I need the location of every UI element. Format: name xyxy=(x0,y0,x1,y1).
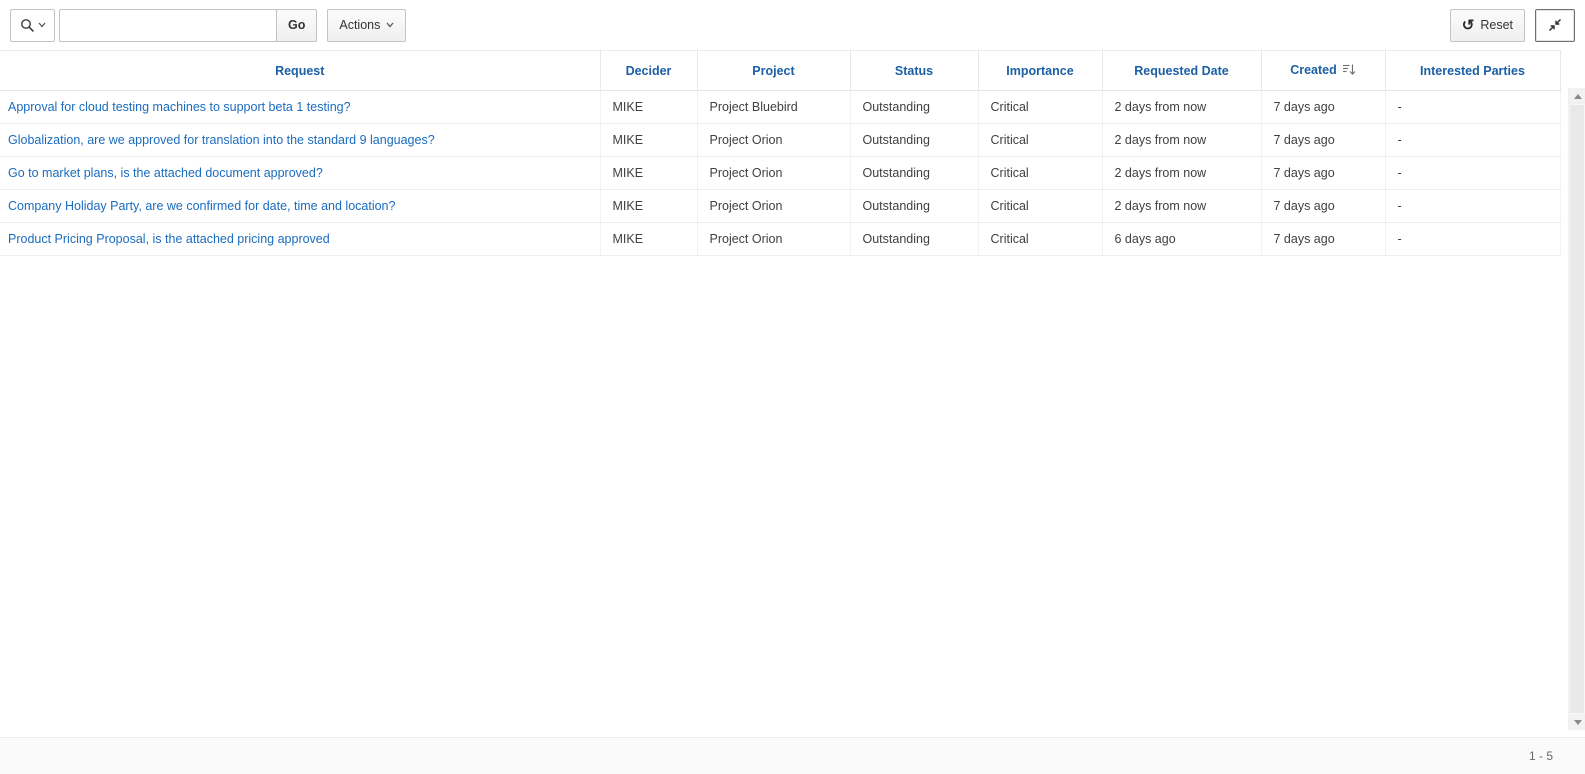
created-cell: 7 days ago xyxy=(1261,190,1385,223)
created-cell: 7 days ago xyxy=(1261,91,1385,124)
header-row: Request Decider Project Status Importanc… xyxy=(0,51,1560,91)
status-cell: Outstanding xyxy=(850,124,978,157)
table-row: Go to market plans, is the attached docu… xyxy=(0,157,1560,190)
reset-icon: ↺ xyxy=(1462,18,1475,33)
status-cell: Outstanding xyxy=(850,91,978,124)
request-link[interactable]: Approval for cloud testing machines to s… xyxy=(8,100,351,114)
importance-cell: Critical xyxy=(978,124,1102,157)
project-cell: Project Orion xyxy=(697,157,850,190)
request-cell: Company Holiday Party, are we confirmed … xyxy=(0,190,600,223)
search-icon xyxy=(20,18,35,33)
reset-button-label: Reset xyxy=(1480,18,1513,32)
created-cell: 7 days ago xyxy=(1261,157,1385,190)
reset-button[interactable]: ↺ Reset xyxy=(1450,9,1525,42)
vertical-scrollbar[interactable] xyxy=(1568,88,1585,730)
restore-region-button[interactable] xyxy=(1535,9,1575,42)
interested-parties-cell: - xyxy=(1385,124,1560,157)
requested-date-cell: 6 days ago xyxy=(1102,223,1261,256)
request-link[interactable]: Globalization, are we approved for trans… xyxy=(8,133,435,147)
requested-date-cell: 2 days from now xyxy=(1102,157,1261,190)
column-header-interested-parties[interactable]: Interested Parties xyxy=(1385,51,1560,91)
report-grid: Request Decider Project Status Importanc… xyxy=(0,50,1585,737)
column-header-importance[interactable]: Importance xyxy=(978,51,1102,91)
report-footer: 1 - 5 xyxy=(0,737,1585,774)
decider-cell: MIKE xyxy=(600,157,697,190)
status-cell: Outstanding xyxy=(850,190,978,223)
search-column-select-button[interactable] xyxy=(10,9,55,42)
created-cell: 7 days ago xyxy=(1261,124,1385,157)
importance-cell: Critical xyxy=(978,157,1102,190)
go-button[interactable]: Go xyxy=(276,9,317,42)
request-link[interactable]: Product Pricing Proposal, is the attache… xyxy=(8,232,330,246)
scrollbar-up-arrow[interactable] xyxy=(1569,88,1585,104)
request-cell: Product Pricing Proposal, is the attache… xyxy=(0,223,600,256)
interactive-report-region: Go Actions ↺ Reset xyxy=(0,0,1585,774)
decider-cell: MIKE xyxy=(600,124,697,157)
request-cell: Go to market plans, is the attached docu… xyxy=(0,157,600,190)
interested-parties-cell: - xyxy=(1385,157,1560,190)
requested-date-cell: 2 days from now xyxy=(1102,91,1261,124)
request-cell: Globalization, are we approved for trans… xyxy=(0,124,600,157)
column-header-project[interactable]: Project xyxy=(697,51,850,91)
search-input[interactable] xyxy=(59,9,277,42)
chevron-down-icon xyxy=(38,22,46,28)
request-cell: Approval for cloud testing machines to s… xyxy=(0,91,600,124)
interested-parties-cell: - xyxy=(1385,223,1560,256)
scrollbar-thumb[interactable] xyxy=(1570,105,1584,713)
requested-date-cell: 2 days from now xyxy=(1102,190,1261,223)
search-bar: Go xyxy=(10,9,317,42)
requested-date-cell: 2 days from now xyxy=(1102,124,1261,157)
project-cell: Project Orion xyxy=(697,124,850,157)
importance-cell: Critical xyxy=(978,91,1102,124)
report-table: Request Decider Project Status Importanc… xyxy=(0,50,1561,256)
project-cell: Project Bluebird xyxy=(697,91,850,124)
interested-parties-cell: - xyxy=(1385,91,1560,124)
created-cell: 7 days ago xyxy=(1261,223,1385,256)
column-header-requested-date[interactable]: Requested Date xyxy=(1102,51,1261,91)
table-row: Product Pricing Proposal, is the attache… xyxy=(0,223,1560,256)
actions-button[interactable]: Actions xyxy=(327,9,406,42)
collapse-icon xyxy=(1547,17,1563,33)
column-header-status[interactable]: Status xyxy=(850,51,978,91)
chevron-down-icon xyxy=(386,22,394,28)
interested-parties-cell: - xyxy=(1385,190,1560,223)
column-header-decider[interactable]: Decider xyxy=(600,51,697,91)
report-toolbar: Go Actions ↺ Reset xyxy=(0,0,1585,50)
table-row: Approval for cloud testing machines to s… xyxy=(0,91,1560,124)
pagination-range: 1 - 5 xyxy=(1529,749,1553,763)
status-cell: Outstanding xyxy=(850,157,978,190)
sort-descending-icon xyxy=(1342,63,1356,79)
scrollbar-down-arrow[interactable] xyxy=(1569,714,1585,730)
request-link[interactable]: Company Holiday Party, are we confirmed … xyxy=(8,199,395,213)
decider-cell: MIKE xyxy=(600,223,697,256)
table-row: Company Holiday Party, are we confirmed … xyxy=(0,190,1560,223)
importance-cell: Critical xyxy=(978,223,1102,256)
status-cell: Outstanding xyxy=(850,223,978,256)
request-link[interactable]: Go to market plans, is the attached docu… xyxy=(8,166,323,180)
importance-cell: Critical xyxy=(978,190,1102,223)
column-header-request[interactable]: Request xyxy=(0,51,600,91)
column-header-created[interactable]: Created xyxy=(1261,51,1385,91)
decider-cell: MIKE xyxy=(600,190,697,223)
decider-cell: MIKE xyxy=(600,91,697,124)
actions-button-label: Actions xyxy=(339,18,380,32)
project-cell: Project Orion xyxy=(697,223,850,256)
project-cell: Project Orion xyxy=(697,190,850,223)
table-row: Globalization, are we approved for trans… xyxy=(0,124,1560,157)
